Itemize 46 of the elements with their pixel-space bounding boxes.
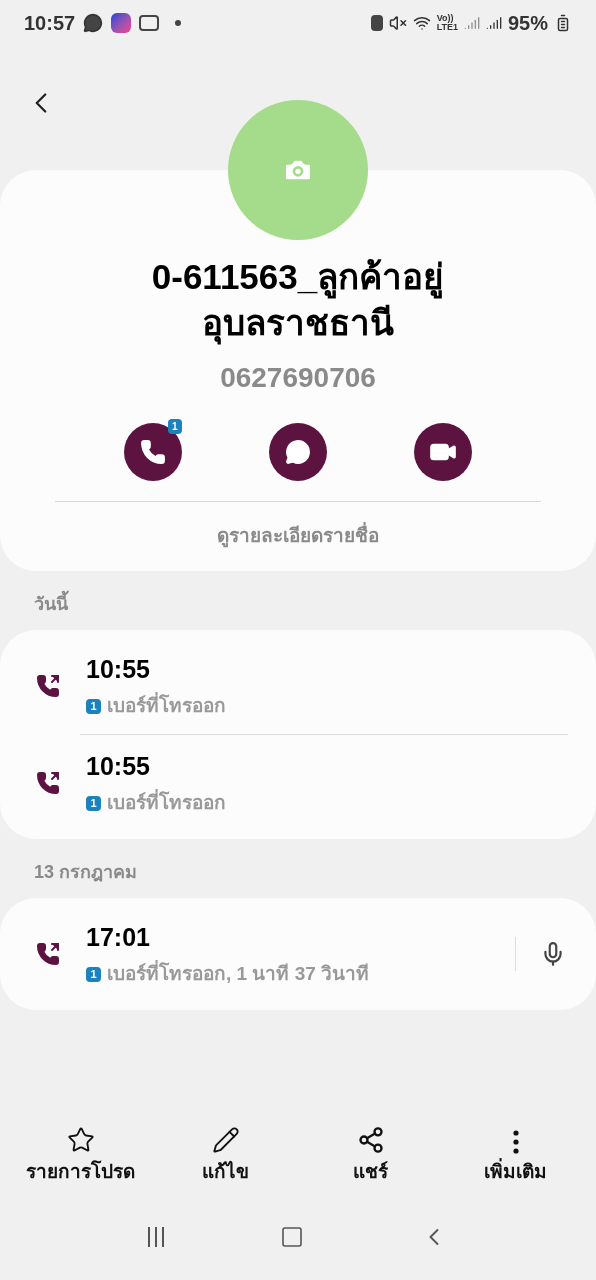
call-time: 10:55 — [86, 653, 151, 685]
sim-badge: 1 — [86, 795, 101, 811]
more-icon — [512, 1129, 519, 1154]
bottom-action[interactable]: รายการโปรด — [10, 1125, 151, 1186]
call-time: 17:01 — [86, 921, 151, 953]
section-header: วันนี้ — [0, 570, 596, 630]
outgoing-call-icon — [36, 941, 60, 966]
phone-number: 0627690706 — [220, 361, 376, 395]
contact-name: 0-611563_ลูกค้าอยู่อุบลราชธานี — [98, 254, 498, 345]
call-detail: เบอร์ที่โทรออก, 1 นาที 37 วินาที — [107, 960, 370, 989]
message-icon — [285, 439, 311, 465]
bottom-action[interactable]: แก้ไข — [155, 1125, 296, 1186]
call-log-item[interactable]: 17:01 1 เบอร์ที่โทรออก, 1 นาที 37 วินาที — [0, 905, 596, 1002]
lte-label: LTE1 — [436, 23, 458, 32]
outgoing-call-icon — [36, 770, 60, 795]
phone-icon — [139, 439, 166, 465]
bottom-action[interactable]: เพิ่มเติม — [445, 1129, 586, 1186]
section-header: 13 กรกฎาคม — [33, 860, 139, 884]
video-call-button[interactable] — [414, 423, 473, 481]
signal-icon — [463, 15, 480, 31]
star-icon — [66, 1125, 95, 1154]
outgoing-call-icon — [36, 673, 60, 698]
home-icon[interactable] — [280, 1225, 304, 1249]
wifi-icon — [412, 14, 431, 32]
message-button[interactable] — [269, 423, 327, 481]
signal-icon — [485, 15, 502, 31]
bottom-action[interactable]: แชร์ — [300, 1125, 441, 1186]
call-log-item[interactable]: 10:55 1 เบอร์ที่โทรออก — [0, 734, 596, 831]
share-icon — [356, 1125, 385, 1154]
call-detail: เบอร์ที่โทรออก — [107, 692, 226, 721]
mute-icon — [388, 14, 407, 32]
voicemail-icon — [139, 15, 160, 31]
sim-badge: 1 — [168, 419, 182, 434]
sim-badge: 1 — [86, 698, 101, 714]
recent-apps-icon[interactable] — [148, 1227, 164, 1247]
call-time: 10:55 — [86, 750, 151, 782]
call-log-item[interactable]: 10:55 1 เบอร์ที่โทรออก — [0, 637, 596, 734]
battery-saver-icon — [370, 15, 383, 31]
volte-label: Vo)) — [436, 14, 454, 23]
pencil-icon — [211, 1125, 240, 1154]
call-detail: เบอร์ที่โทรออก — [107, 789, 226, 818]
chat-app-icon — [83, 13, 104, 33]
sim-badge: 1 — [86, 966, 101, 982]
battery-percent: 95% — [507, 11, 548, 36]
status-time: 10:57 — [24, 11, 76, 36]
shopping-app-icon — [111, 13, 132, 33]
